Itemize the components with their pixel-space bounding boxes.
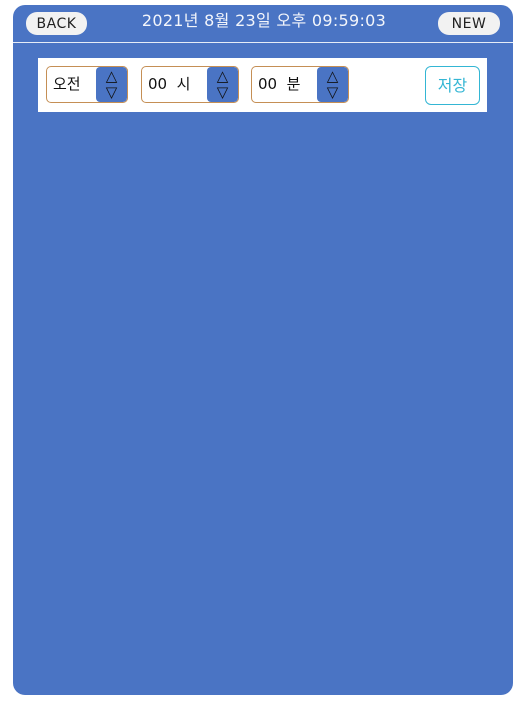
time-setting-panel: 오전 △ ▽ 00 시 △ ▽ 00 분 △ ▽ 저장 [38, 58, 487, 112]
minute-value: 00 분 [258, 75, 301, 93]
current-datetime: 2021년 8월 23일 오후 09:59:03 [141, 11, 387, 30]
minute-arrows: △ ▽ [317, 67, 348, 102]
header-bar: BACK 2021년 8월 23일 오후 09:59:03 NEW [13, 5, 513, 43]
hour-up-icon[interactable]: △ [207, 69, 238, 84]
ampm-value: 오전 [53, 75, 81, 93]
save-button[interactable]: 저장 [425, 66, 480, 105]
ampm-down-icon[interactable]: ▽ [96, 85, 127, 100]
minute-up-icon[interactable]: △ [317, 69, 348, 84]
ampm-up-icon[interactable]: △ [96, 69, 127, 84]
ampm-spinner: 오전 △ ▽ [46, 66, 128, 103]
hour-value: 00 시 [148, 75, 191, 93]
minute-spinner: 00 분 △ ▽ [251, 66, 349, 103]
hour-spinner: 00 시 △ ▽ [141, 66, 239, 103]
hour-arrows: △ ▽ [207, 67, 238, 102]
minute-down-icon[interactable]: ▽ [317, 85, 348, 100]
header-divider [13, 42, 513, 43]
new-button[interactable]: NEW [438, 12, 500, 35]
hour-down-icon[interactable]: ▽ [207, 85, 238, 100]
back-button[interactable]: BACK [26, 12, 87, 35]
app-screen: BACK 2021년 8월 23일 오후 09:59:03 NEW 오전 △ ▽… [13, 5, 513, 695]
ampm-arrows: △ ▽ [96, 67, 127, 102]
